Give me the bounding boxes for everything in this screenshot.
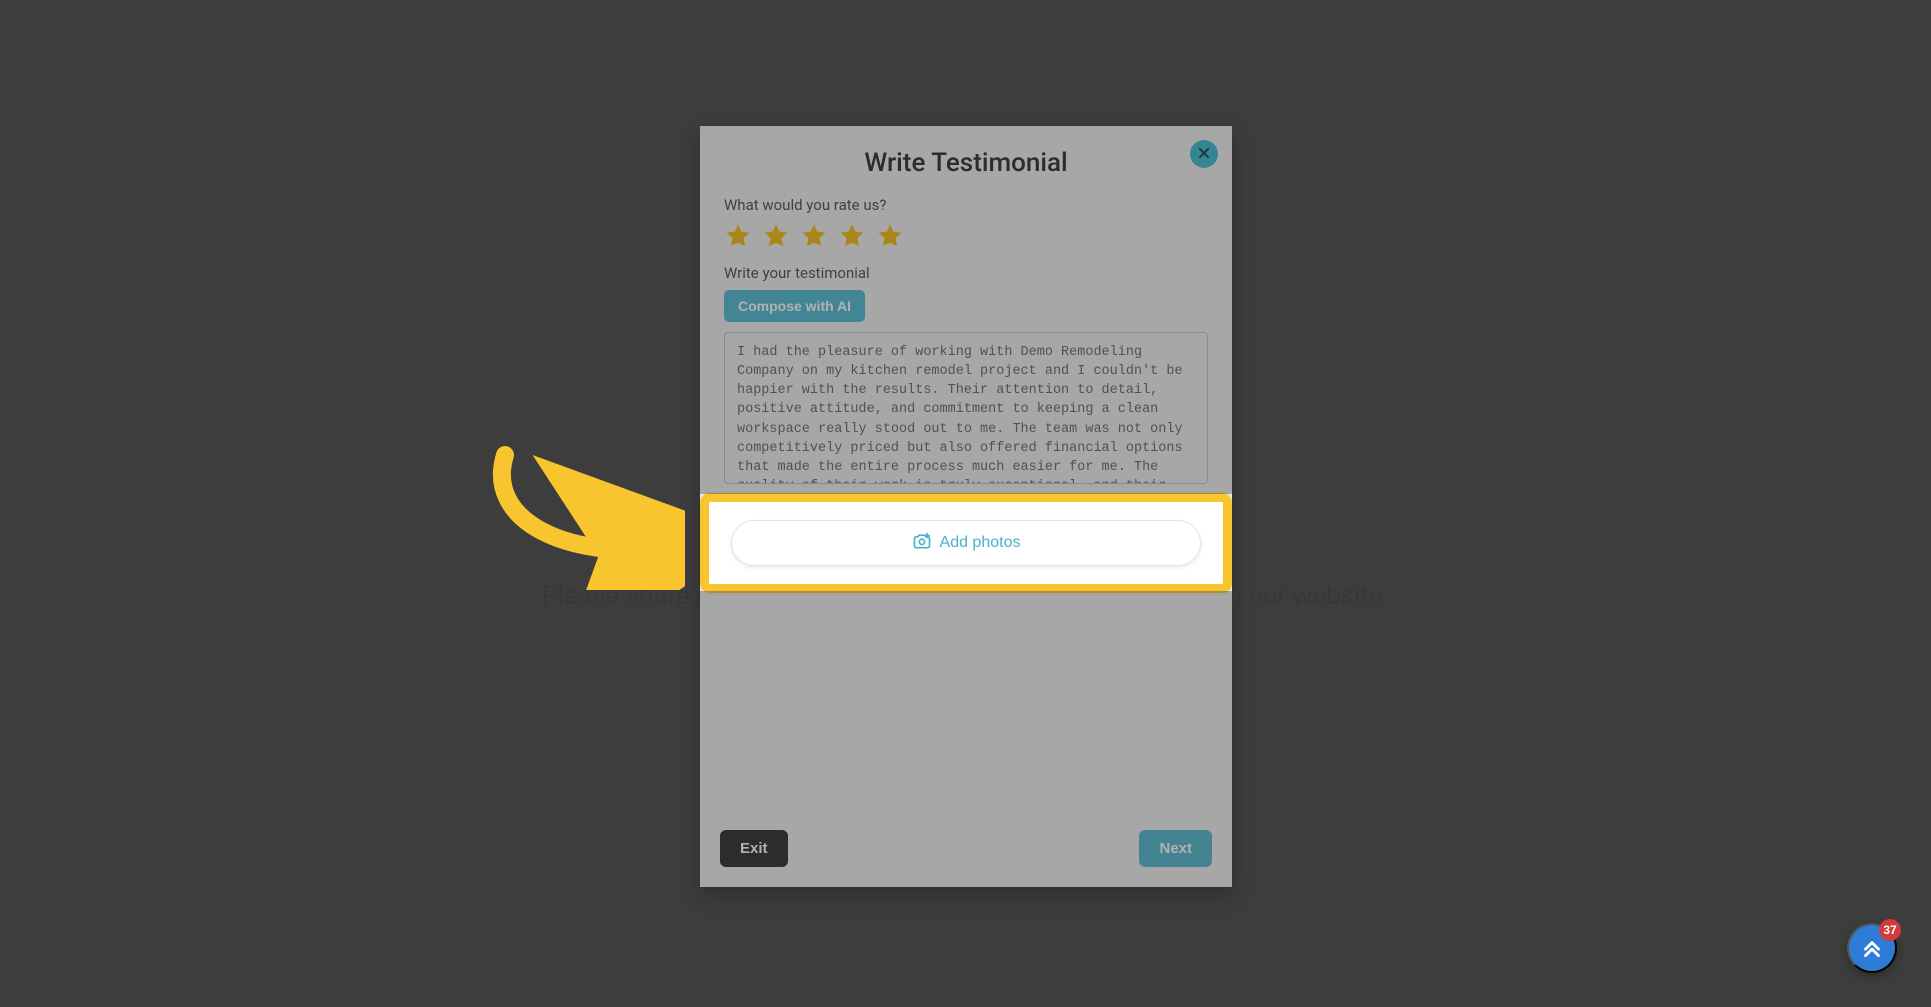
help-fab-button[interactable]: 37 — [1847, 923, 1897, 973]
write-label: Write your testimonial — [724, 264, 1208, 282]
chevrons-up-icon — [1859, 934, 1885, 963]
testimonial-textarea[interactable] — [724, 332, 1208, 484]
close-button[interactable] — [1190, 140, 1218, 168]
camera-plus-icon — [912, 531, 932, 556]
rating-label: What would you rate us? — [724, 196, 1208, 214]
star-icon[interactable] — [724, 222, 752, 250]
star-icon[interactable] — [876, 222, 904, 250]
fab-count-badge: 37 — [1879, 919, 1901, 941]
modal-header: Write Testimonial — [700, 126, 1232, 178]
close-icon — [1197, 146, 1211, 163]
star-icon[interactable] — [800, 222, 828, 250]
modal-title: Write Testimonial — [700, 148, 1232, 178]
modal-footer: Exit Next — [700, 814, 1232, 887]
testimonial-modal: Write Testimonial What would you rate us… — [700, 126, 1232, 887]
star-icon[interactable] — [838, 222, 866, 250]
star-icon[interactable] — [762, 222, 790, 250]
exit-button[interactable]: Exit — [720, 830, 788, 867]
modal-body: What would you rate us? Write your testi… — [700, 178, 1232, 593]
add-photos-highlight: Add photos — [700, 493, 1232, 593]
next-button[interactable]: Next — [1139, 830, 1212, 867]
compose-ai-button[interactable]: Compose with AI — [724, 290, 865, 322]
star-rating[interactable] — [724, 222, 1208, 250]
add-photos-button[interactable]: Add photos — [731, 520, 1201, 566]
add-photos-label: Add photos — [940, 534, 1021, 552]
